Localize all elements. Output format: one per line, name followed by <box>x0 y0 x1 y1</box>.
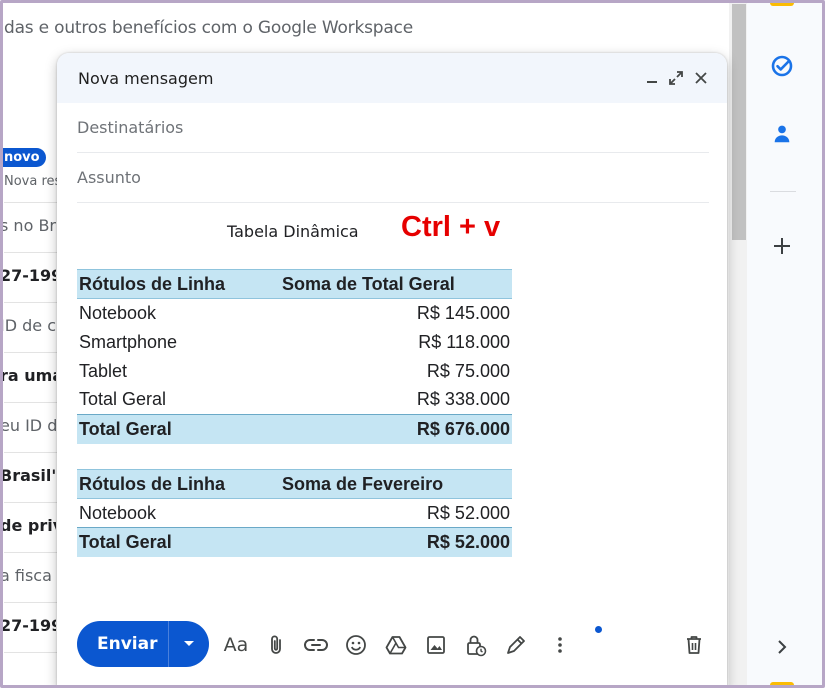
insert-photo-icon[interactable] <box>423 632 449 658</box>
attach-file-icon[interactable] <box>263 632 289 658</box>
inbox-row[interactable]: ra uma <box>0 366 56 385</box>
notification-dot-icon <box>595 626 602 633</box>
inbox-row-divider <box>4 252 60 253</box>
inbox-row-divider <box>4 602 60 603</box>
inbox-row-divider <box>4 302 60 303</box>
inbox-row-divider <box>4 552 60 553</box>
inbox-row-divider <box>4 502 60 503</box>
inbox-row[interactable]: 27-199 <box>0 616 56 635</box>
contacts-icon[interactable] <box>766 118 798 150</box>
table-cell: R$ 338.000 <box>416 389 510 410</box>
table-cell: Total Geral <box>79 389 167 410</box>
compose-header[interactable]: Nova mensagem <box>57 53 727 103</box>
table-cell: R$ 118.000 <box>418 331 510 352</box>
close-icon[interactable] <box>690 67 712 89</box>
table-cell: Smartphone <box>79 331 178 352</box>
send-button[interactable]: Enviar <box>77 621 209 667</box>
message-body[interactable]: Tabela Dinâmica Ctrl + v Rótulos de Linh… <box>77 203 717 603</box>
subject-field[interactable] <box>77 153 709 203</box>
new-badge: novo <box>0 148 46 167</box>
recipients-field[interactable] <box>77 103 709 153</box>
confidential-mode-icon[interactable] <box>463 632 489 658</box>
formatting-options-icon[interactable]: Aa <box>223 632 249 658</box>
table-row: Notebook R$ 52.000 <box>77 499 512 528</box>
google-drive-icon[interactable] <box>383 632 409 658</box>
table-header-cell: Soma de Fevereiro <box>280 469 512 499</box>
side-divider <box>770 191 796 192</box>
table-header-row: Rótulos de Linha Soma de Total Geral <box>77 269 512 299</box>
send-label: Enviar <box>97 634 158 654</box>
signature-pen-icon[interactable] <box>503 632 529 658</box>
inbox-row-divider <box>4 452 60 453</box>
table-cell: Tablet <box>79 360 128 381</box>
table-cell: Total Geral <box>77 414 280 444</box>
side-strip <box>770 682 794 688</box>
table-row: Tablet R$ 75.000 <box>77 357 512 386</box>
table-cell: R$ 52.000 <box>426 502 510 523</box>
table-cell: R$ 75.000 <box>426 360 510 381</box>
workspace-banner: das e outros benefícios com o Google Wor… <box>4 18 413 38</box>
table-row: Smartphone R$ 118.000 <box>77 328 512 357</box>
table-header-cell: Rótulos de Linha <box>77 269 280 299</box>
caret-down-icon <box>184 641 194 646</box>
inbox-row-divider <box>4 202 60 203</box>
new-badge-subtext: Nova res <box>4 174 58 189</box>
fullscreen-icon[interactable] <box>665 67 687 89</box>
compose-window: Nova mensagem Tabela Dinâmica Ctrl + v R… <box>57 53 727 688</box>
subject-input[interactable] <box>77 168 709 187</box>
table-total-row: Total Geral R$ 676.000 <box>77 414 512 444</box>
recipients-input[interactable] <box>77 118 709 137</box>
emoji-icon[interactable] <box>343 632 369 658</box>
table-header-row: Rótulos de Linha Soma de Fevereiro <box>77 469 512 499</box>
table-cell: Notebook <box>79 302 157 323</box>
table-total-row: Total Geral R$ 52.000 <box>77 527 512 557</box>
pivot-table-total: Rótulos de Linha Soma de Total Geral Not… <box>77 269 512 444</box>
insert-link-icon[interactable] <box>303 632 329 658</box>
inbox-row[interactable]: Brasil" <box>0 466 56 485</box>
more-options-icon[interactable] <box>547 632 573 658</box>
ctrl-v-overlay: Ctrl + v <box>401 211 501 243</box>
table-cell: Total Geral <box>77 527 280 557</box>
keep-icon[interactable] <box>770 0 794 6</box>
pivot-table-label: Tabela Dinâmica <box>227 222 359 241</box>
table-row: Total Geral R$ 338.000 <box>77 386 512 415</box>
discard-draft-icon[interactable] <box>681 632 707 658</box>
inbox-row-divider <box>4 402 60 403</box>
table-cell: Notebook <box>79 502 157 523</box>
scrollbar-thumb[interactable] <box>732 4 746 240</box>
inbox-row-divider <box>4 652 60 653</box>
tasks-icon[interactable] <box>766 50 798 82</box>
table-cell: R$ 145.000 <box>416 302 510 323</box>
inbox-row[interactable]: a fisca <box>0 566 56 585</box>
inbox-row[interactable]: ID de c <box>0 316 56 335</box>
side-panel <box>747 0 825 688</box>
table-header-cell: Rótulos de Linha <box>77 469 280 499</box>
minimize-icon[interactable] <box>641 67 663 89</box>
table-header-cell: Soma de Total Geral <box>280 269 512 299</box>
add-addon-icon[interactable] <box>766 230 798 262</box>
inbox-row[interactable]: 27-199 <box>0 266 56 285</box>
send-options-button[interactable] <box>169 621 209 667</box>
inbox-row[interactable]: eu ID de <box>0 416 56 435</box>
table-cell: R$ 676.000 <box>280 414 512 444</box>
expand-panel-icon[interactable] <box>766 631 798 663</box>
compose-toolbar: Enviar Aa <box>77 621 717 667</box>
inbox-row[interactable]: de priv <box>0 516 56 535</box>
inbox-row[interactable]: s no Br <box>0 216 56 235</box>
inbox-row-divider <box>4 352 60 353</box>
table-cell: R$ 52.000 <box>280 527 512 557</box>
table-row: Notebook R$ 145.000 <box>77 299 512 328</box>
compose-title: Nova mensagem <box>78 68 214 88</box>
pivot-table-february: Rótulos de Linha Soma de Fevereiro Noteb… <box>77 469 512 557</box>
